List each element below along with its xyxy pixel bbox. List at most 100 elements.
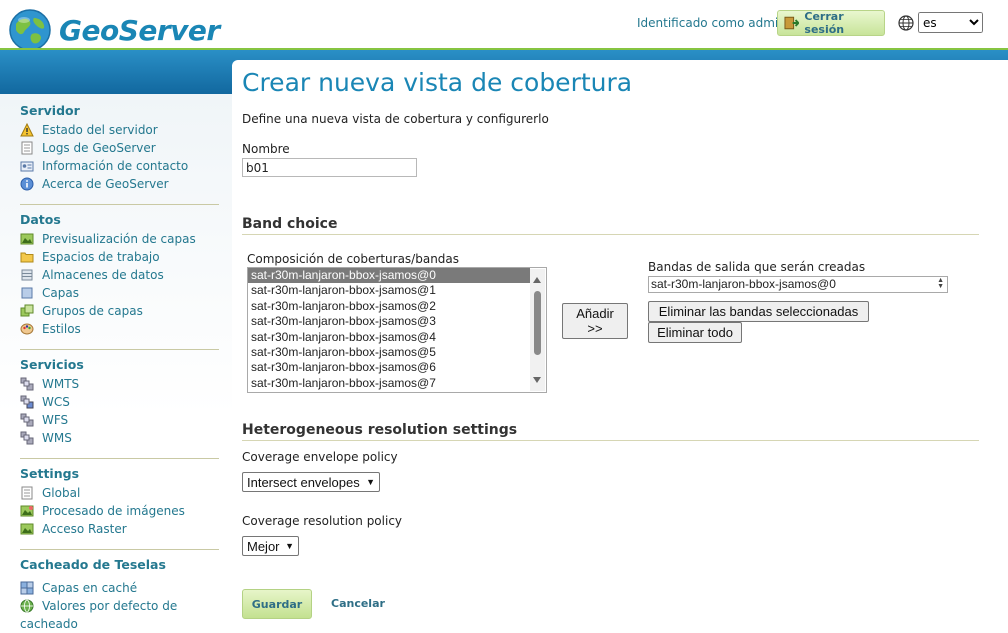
output-band-value: sat-r30m-lanjaron-bbox-jsamos@0: [651, 277, 836, 291]
band-option[interactable]: sat-r30m-lanjaron-bbox-jsamos@0: [248, 268, 530, 284]
layer-icon: [21, 287, 33, 299]
sidebar-item-label: WCS: [42, 395, 70, 409]
sidebar-section-settings: Settings Global Procesado de imágenes Ac…: [20, 466, 219, 538]
palette-icon: [20, 323, 34, 335]
logged-in-text: Identificado como admin.: [637, 16, 790, 30]
listbox-scrollbar[interactable]: [530, 269, 545, 391]
image-processing-icon: [20, 505, 34, 517]
sidebar-item-wms[interactable]: WMS: [20, 429, 219, 447]
band-option[interactable]: sat-r30m-lanjaron-bbox-jsamos@4: [248, 330, 546, 345]
server-status-icon: [20, 123, 34, 137]
band-option[interactable]: sat-r30m-lanjaron-bbox-jsamos@6: [248, 360, 546, 375]
sidebar-item-label: Información de contacto: [42, 159, 189, 173]
chevron-down-icon: ▼: [285, 541, 294, 551]
sidebar-item-grupos[interactable]: Grupos de capas: [20, 302, 219, 320]
sidebar-item-label: Grupos de capas: [42, 304, 143, 318]
sidebar-item-contacto[interactable]: Información de contacto: [20, 157, 219, 175]
sidebar-item-label: Global: [42, 486, 81, 500]
service-icon: [20, 377, 34, 391]
envelope-policy-select[interactable]: Intersect envelopes ▼: [242, 472, 380, 492]
sidebar-item-estilos[interactable]: Estilos: [20, 320, 219, 338]
sidebar-item-estado-servidor[interactable]: Estado del servidor: [20, 121, 219, 139]
band-option[interactable]: sat-r30m-lanjaron-bbox-jsamos@7: [248, 376, 546, 391]
resolution-policy-value: Mejor: [247, 538, 280, 554]
service-icon: [20, 413, 34, 427]
page-subtitle: Define una nueva vista de cobertura y co…: [242, 112, 549, 126]
band-option[interactable]: sat-r30m-lanjaron-bbox-jsamos@3: [248, 314, 546, 329]
sidebar-section-servicios: Servicios WMTS WCS WFS WMS: [20, 357, 219, 447]
bands-listbox[interactable]: sat-r30m-lanjaron-bbox-jsamos@0 sat-r30m…: [247, 267, 547, 393]
logout-button[interactable]: Cerrar sesión: [777, 10, 885, 36]
sidebar-item-acerca[interactable]: Acerca de GeoServer: [20, 175, 219, 193]
contact-card-icon: [20, 161, 34, 172]
store-icon: [21, 269, 33, 281]
sidebar-item-label: Espacios de trabajo: [42, 250, 160, 264]
sidebar-item-wcs[interactable]: WCS: [20, 393, 219, 411]
sidebar-item-label: WMS: [42, 431, 72, 445]
about-info-icon: [20, 177, 34, 191]
sidebar-item-label: Acceso Raster: [42, 522, 127, 536]
composition-label: Composición de coberturas/bandas: [247, 252, 460, 266]
sidebar-item-logs[interactable]: Logs de GeoServer: [20, 139, 219, 157]
sidebar-item-global[interactable]: Global: [20, 484, 219, 502]
sidebar-item-label: Valores por defecto de cacheado: [20, 599, 178, 631]
logout-icon: [784, 16, 800, 30]
globe-logo-icon: [9, 9, 51, 51]
resolution-policy-select[interactable]: Mejor ▼: [242, 536, 299, 556]
heading-rule: [242, 440, 979, 441]
add-band-label: Añadir: [576, 306, 614, 321]
sidebar-item-label: Capas: [42, 286, 79, 300]
scroll-down-arrow-icon[interactable]: [533, 377, 541, 383]
language-select[interactable]: es: [918, 12, 983, 33]
sidebar-item-label: Acerca de GeoServer: [42, 177, 169, 191]
sidebar-item-label: Estado del servidor: [42, 123, 158, 137]
sidebar-item-capas[interactable]: Capas: [20, 284, 219, 302]
sidebar-section-title: Datos: [20, 212, 61, 227]
band-option[interactable]: sat-r30m-lanjaron-bbox-jsamos@2: [248, 299, 546, 314]
sidebar-divider: [20, 349, 219, 350]
sidebar-item-previsualizacion[interactable]: Previsualización de capas: [20, 230, 219, 248]
remove-selected-bands-button[interactable]: Eliminar las bandas seleccionadas: [648, 301, 869, 322]
sidebar-divider: [20, 458, 219, 459]
output-bands-field[interactable]: sat-r30m-lanjaron-bbox-jsamos@0 ▲ ▼: [648, 276, 948, 293]
service-icon: [20, 431, 34, 445]
output-bands-label: Bandas de salida que serán creadas: [648, 260, 866, 274]
sidebar-item-label: Logs de GeoServer: [42, 141, 156, 155]
sidebar-item-almacenes[interactable]: Almacenes de datos: [20, 266, 219, 284]
add-band-arrow: >>: [587, 321, 603, 336]
name-input[interactable]: [242, 158, 417, 177]
raster-access-icon: [20, 523, 34, 535]
add-band-button[interactable]: Añadir >>: [562, 303, 628, 339]
sidebar-section-cacheado: Cacheado de Teselas Capas en caché Valor…: [20, 557, 219, 633]
layer-preview-icon: [20, 233, 34, 245]
sidebar-item-procesado[interactable]: Procesado de imágenes: [20, 502, 219, 520]
hetero-resolution-heading: Heterogeneous resolution settings: [242, 422, 518, 438]
language-selector: es: [898, 12, 983, 33]
band-choice-heading: Band choice: [242, 216, 338, 232]
scroll-up-arrow-icon[interactable]: [533, 277, 541, 283]
remove-all-button[interactable]: Eliminar todo: [648, 322, 742, 343]
band-option[interactable]: sat-r30m-lanjaron-bbox-jsamos@1: [248, 283, 546, 298]
sidebar-section-title: Cacheado de Teselas: [20, 557, 166, 572]
sidebar-item-wmts[interactable]: WMTS: [20, 375, 219, 393]
sidebar-item-capas-cache[interactable]: Capas en caché: [20, 579, 219, 597]
band-option[interactable]: sat-r30m-lanjaron-bbox-jsamos@5: [248, 345, 546, 360]
sidebar-item-wfs[interactable]: WFS: [20, 411, 219, 429]
save-button[interactable]: Guardar: [242, 589, 312, 619]
spinner-arrows-icon[interactable]: ▲ ▼: [937, 277, 944, 290]
sidebar-section-title: Servicios: [20, 357, 84, 372]
sidebar-item-espacios[interactable]: Espacios de trabajo: [20, 248, 219, 266]
scroll-thumb[interactable]: [534, 291, 541, 355]
page-title: Crear nueva vista de cobertura: [242, 68, 633, 97]
folder-icon: [20, 252, 34, 263]
cancel-link[interactable]: Cancelar: [331, 597, 385, 610]
sidebar-divider: [20, 204, 219, 205]
sidebar-item-valores-defecto[interactable]: Valores por defecto de cacheado: [20, 597, 219, 633]
sidebar-item-raster[interactable]: Acceso Raster: [20, 520, 219, 538]
app-name: GeoServer: [59, 13, 220, 47]
sidebar-divider: [20, 549, 219, 550]
envelope-policy-value: Intersect envelopes: [247, 474, 360, 490]
header: GeoServer Identificado como admin. Cerra…: [0, 0, 1008, 52]
resolution-policy-label: Coverage resolution policy: [242, 514, 403, 528]
geoserver-logo[interactable]: GeoServer: [8, 8, 220, 52]
